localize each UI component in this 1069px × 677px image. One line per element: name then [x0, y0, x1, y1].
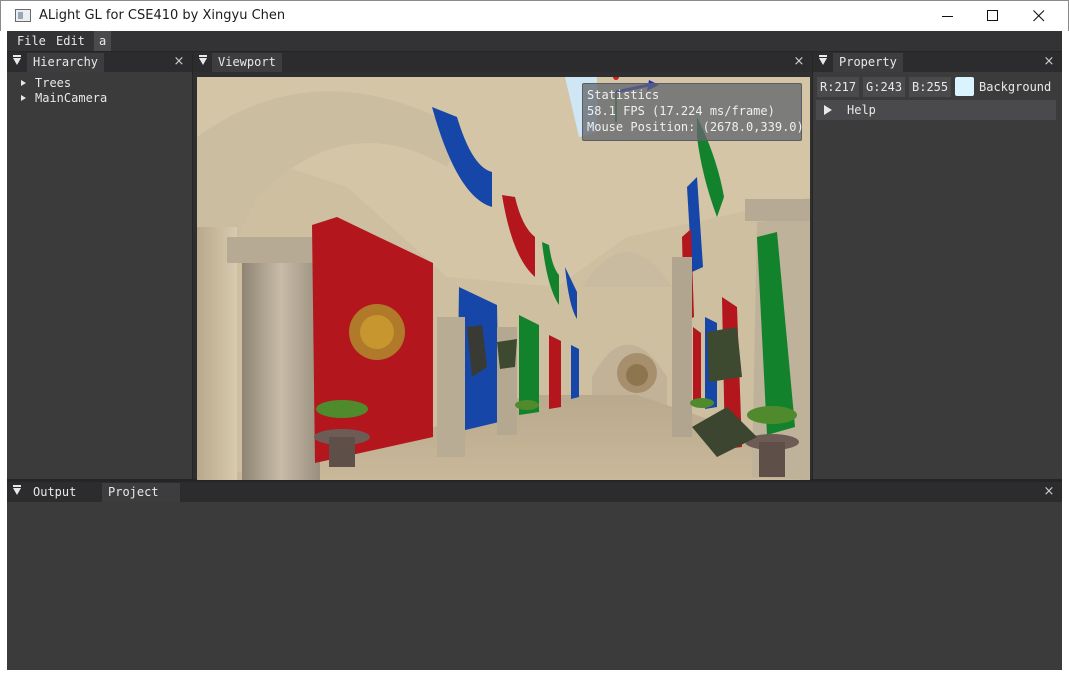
expand-arrow-icon — [824, 105, 832, 115]
tree-item-label: Trees — [35, 76, 72, 90]
background-color-swatch[interactable] — [955, 77, 974, 96]
menu-bar: File Edit a — [7, 31, 1062, 51]
collapse-arrow-icon[interactable] — [13, 485, 21, 495]
close-viewport-button[interactable]: × — [792, 55, 806, 69]
bottom-panel: Output Project × — [7, 482, 1062, 670]
minimize-button[interactable] — [925, 1, 971, 32]
menu-edit[interactable]: Edit — [51, 31, 90, 51]
bottom-header: Output Project × — [7, 482, 1062, 502]
tab-property[interactable]: Property — [833, 53, 903, 72]
property-panel: Property × R:217 G:243 B:255 Background … — [813, 52, 1062, 479]
tab-viewport[interactable]: Viewport — [212, 53, 282, 72]
collapse-arrow-icon[interactable] — [819, 55, 827, 65]
help-section[interactable]: Help — [816, 100, 1056, 120]
close-icon — [1033, 10, 1045, 22]
close-bottom-button[interactable]: × — [1042, 485, 1056, 499]
color-r-field[interactable]: R:217 — [817, 77, 860, 97]
window-title: ALight GL for CSE410 by Xingyu Chen — [39, 8, 286, 23]
tab-hierarchy[interactable]: Hierarchy — [27, 53, 105, 72]
tree-item-trees[interactable]: Trees — [21, 76, 71, 91]
minimize-icon — [942, 16, 953, 17]
viewport-panel: Viewport × Statistics 58.1 FPS (17.224 m… — [193, 52, 812, 480]
color-b-field[interactable]: B:255 — [909, 77, 952, 97]
scene-render[interactable]: Statistics 58.1 FPS (17.224 ms/frame) Mo… — [197, 77, 810, 480]
stats-mouse-position: Mouse Position: (2678.0,339.0) — [587, 120, 804, 134]
viewport-header: Viewport × — [193, 52, 812, 72]
expand-arrow-icon — [21, 95, 26, 101]
close-property-button[interactable]: × — [1042, 55, 1056, 69]
menu-a[interactable]: a — [94, 31, 112, 51]
tree-item-maincamera[interactable]: MainCamera — [21, 91, 107, 106]
help-label: Help — [847, 103, 876, 117]
close-window-button[interactable] — [1016, 1, 1062, 32]
expand-arrow-icon — [21, 80, 26, 86]
hierarchy-panel: Hierarchy × Trees MainCamera — [7, 52, 192, 479]
background-label: Background — [979, 80, 1052, 94]
maximize-button[interactable] — [970, 1, 1016, 32]
tree-item-label: MainCamera — [35, 91, 108, 105]
color-g-field[interactable]: G:243 — [863, 77, 906, 97]
collapse-arrow-icon[interactable] — [199, 55, 207, 65]
statistics-overlay: Statistics 58.1 FPS (17.224 ms/frame) Mo… — [582, 83, 804, 141]
app-root: File Edit a Hierarchy × Trees MainCamera… — [7, 31, 1062, 670]
app-icon — [15, 9, 31, 22]
window-titlebar: ALight GL for CSE410 by Xingyu Chen — [0, 0, 1069, 31]
hierarchy-header: Hierarchy × — [7, 52, 192, 72]
maximize-icon — [987, 10, 998, 21]
stats-fps: 58.1 FPS (17.224 ms/frame) — [587, 104, 775, 118]
close-hierarchy-button[interactable]: × — [172, 55, 186, 69]
tab-project[interactable]: Project — [102, 483, 180, 502]
stats-title: Statistics — [587, 88, 660, 102]
tab-output[interactable]: Output — [27, 483, 83, 502]
property-header: Property × — [813, 52, 1062, 72]
menu-file[interactable]: File — [12, 31, 51, 51]
collapse-arrow-icon[interactable] — [13, 55, 21, 65]
